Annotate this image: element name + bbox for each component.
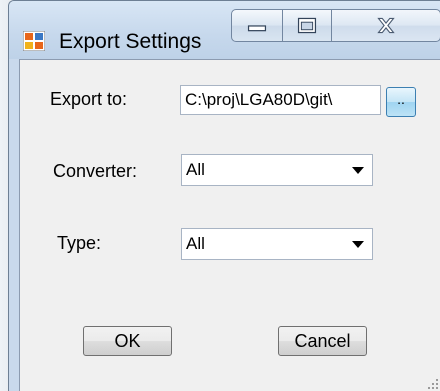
chevron-down-icon	[352, 241, 364, 248]
window-icon	[23, 31, 45, 51]
title-bar[interactable]: Export Settings	[9, 1, 440, 59]
close-icon	[377, 17, 395, 34]
export-to-label: Export to:	[50, 89, 128, 109]
converter-selected-value: All	[186, 160, 205, 179]
type-selected-value: All	[186, 234, 205, 253]
maximize-button[interactable]	[282, 9, 332, 42]
dialog-client-area: Export to: C:\proj\LGA80D\git\ .. Conver…	[19, 59, 440, 391]
export-settings-window: Export Settings Export to: C:\proj\LGA80…	[8, 0, 440, 391]
minimize-icon	[247, 25, 267, 32]
converter-label: Converter:	[53, 161, 138, 181]
type-select[interactable]: All	[181, 228, 373, 260]
browse-button[interactable]: ..	[386, 87, 416, 117]
cancel-button[interactable]: Cancel	[278, 326, 367, 356]
ok-button[interactable]: OK	[83, 326, 172, 356]
window-title: Export Settings	[59, 30, 202, 53]
converter-select[interactable]: All	[181, 154, 373, 186]
resize-grip-icon[interactable]	[427, 378, 439, 390]
minimize-button[interactable]	[231, 9, 283, 42]
export-path-field[interactable]: C:\proj\LGA80D\git\	[180, 85, 381, 115]
maximize-icon	[297, 17, 317, 34]
type-label: Type:	[57, 233, 102, 253]
close-button[interactable]	[331, 9, 440, 42]
chevron-down-icon	[352, 167, 364, 174]
